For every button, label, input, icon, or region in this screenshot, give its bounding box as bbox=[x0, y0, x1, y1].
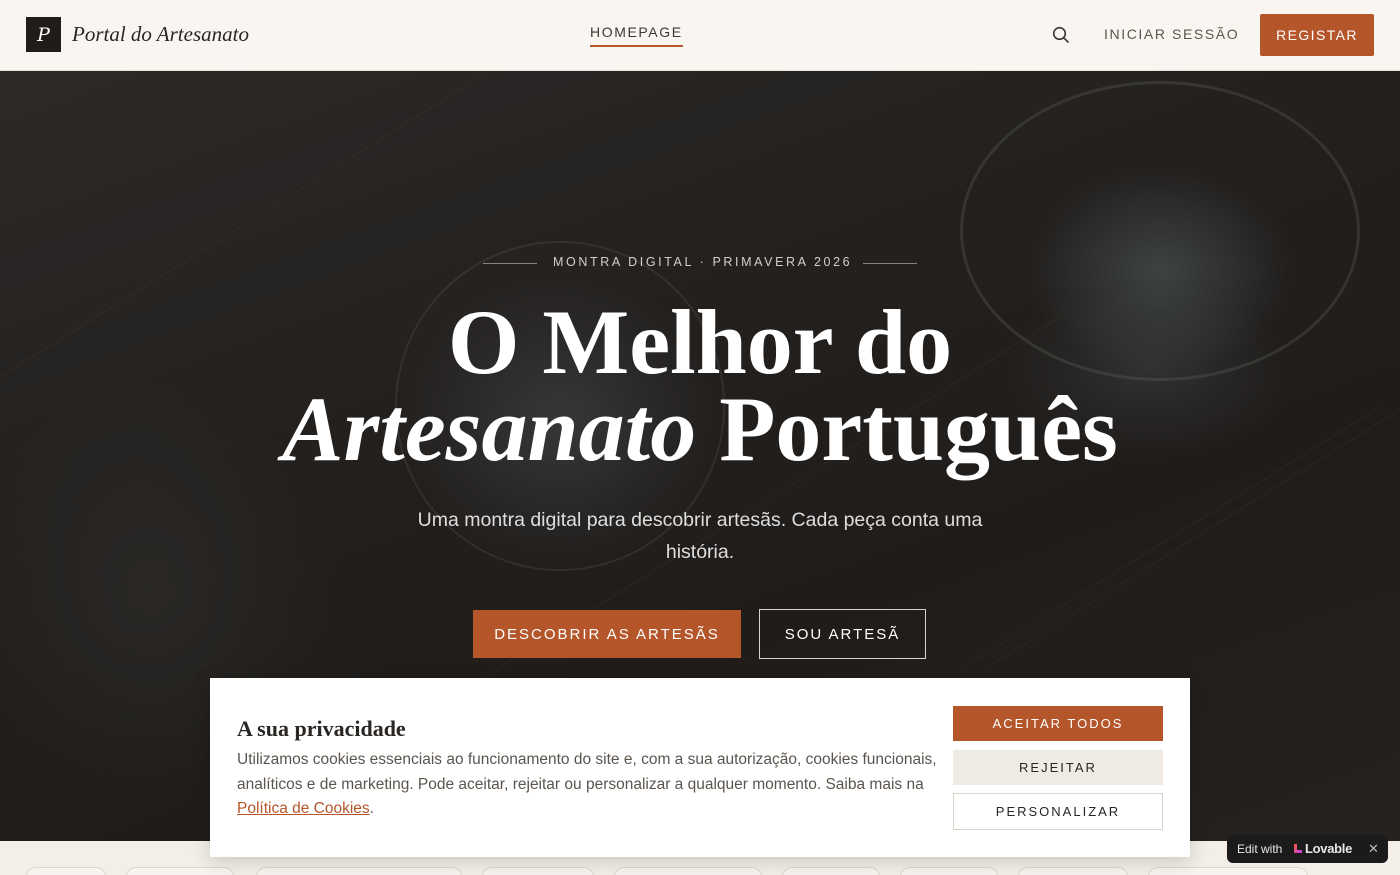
eyebrow-divider-left bbox=[483, 263, 537, 264]
hero-eyebrow-text: MONTRA DIGITAL · PRIMAVERA 2026 bbox=[553, 255, 853, 269]
cookie-text-end: . bbox=[369, 800, 374, 817]
close-icon[interactable]: ✕ bbox=[1368, 841, 1379, 857]
lovable-badge[interactable]: Edit with Lovable ✕ bbox=[1227, 835, 1388, 863]
lovable-brand: Lovable bbox=[1305, 841, 1353, 856]
cookie-text-body: Utilizamos cookies essenciais ao funcion… bbox=[237, 751, 937, 793]
category-pill[interactable] bbox=[1148, 867, 1308, 875]
hero-title-line2: Artesanato Português bbox=[0, 383, 1400, 475]
hero-title-line1: O Melhor do bbox=[447, 291, 953, 393]
accept-all-button[interactable]: ACEITAR TODOS bbox=[953, 706, 1163, 741]
lovable-edit-label: Edit with bbox=[1237, 842, 1283, 856]
reject-button[interactable]: REJEITAR bbox=[953, 750, 1163, 785]
site-header: P Portal do Artesanato HOMEPAGE INICIAR … bbox=[0, 0, 1400, 71]
category-pill[interactable] bbox=[1018, 867, 1128, 875]
category-pill[interactable] bbox=[900, 867, 998, 875]
cookie-policy-link[interactable]: Política de Cookies bbox=[237, 800, 370, 817]
lovable-heart-icon bbox=[1294, 844, 1302, 853]
category-pill[interactable] bbox=[126, 867, 234, 875]
customize-button[interactable]: PERSONALIZAR bbox=[953, 793, 1163, 830]
search-icon[interactable] bbox=[1051, 25, 1071, 45]
category-pill[interactable] bbox=[26, 867, 106, 875]
category-pill[interactable] bbox=[614, 867, 762, 875]
hero-subtitle: Uma montra digital para descobrir artesã… bbox=[417, 509, 983, 563]
site-logo-text[interactable]: Portal do Artesanato bbox=[72, 22, 249, 47]
cookie-banner-text: Utilizamos cookies essenciais ao funcion… bbox=[237, 748, 942, 822]
hero-eyebrow: MONTRA DIGITAL · PRIMAVERA 2026 bbox=[483, 255, 917, 271]
category-pill[interactable] bbox=[482, 867, 594, 875]
nav-link-homepage[interactable]: HOMEPAGE bbox=[590, 24, 683, 47]
login-link[interactable]: INICIAR SESSÃO bbox=[1104, 26, 1239, 42]
i-am-artisan-button[interactable]: SOU ARTESÃ bbox=[759, 609, 926, 659]
logo-mark[interactable]: P bbox=[26, 17, 61, 52]
hero-title-rest: Português bbox=[719, 378, 1118, 480]
eyebrow-divider-right bbox=[863, 263, 917, 264]
cookie-banner-title: A sua privacidade bbox=[237, 716, 406, 741]
category-pill[interactable] bbox=[256, 867, 462, 875]
category-pill[interactable] bbox=[782, 867, 880, 875]
cookie-banner: A sua privacidade Utilizamos cookies ess… bbox=[210, 678, 1190, 857]
hero-title-italic: Artesanato bbox=[282, 378, 697, 480]
discover-artisans-button[interactable]: DESCOBRIR AS ARTESÃS bbox=[473, 610, 741, 658]
register-button[interactable]: REGISTAR bbox=[1260, 14, 1374, 56]
